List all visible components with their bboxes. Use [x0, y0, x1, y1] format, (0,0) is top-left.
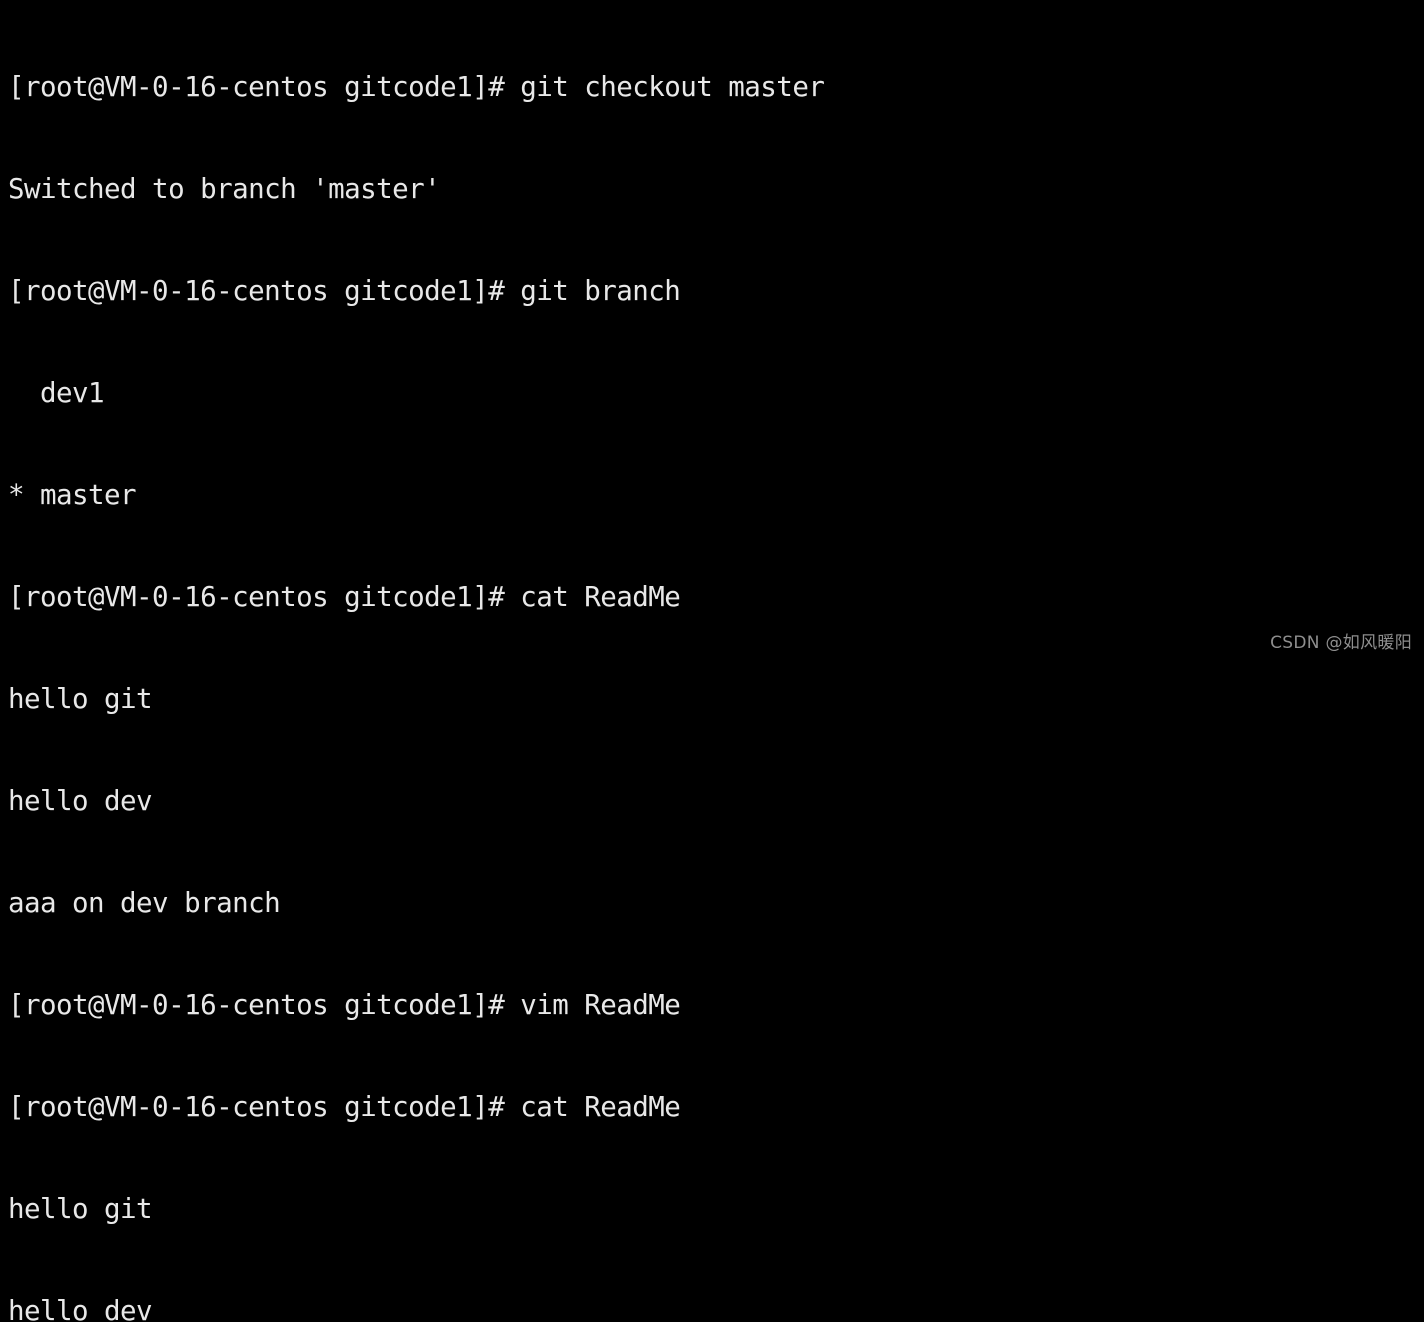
terminal-line: hello dev: [8, 1295, 153, 1322]
terminal-line: [root@VM-0-16-centos gitcode1]# cat Read…: [8, 1091, 681, 1123]
terminal-line: [root@VM-0-16-centos gitcode1]# git chec…: [8, 71, 825, 103]
terminal-screen[interactable]: [root@VM-0-16-centos gitcode1]# git chec…: [8, 2, 1424, 1322]
terminal-line: hello git: [8, 683, 153, 715]
watermark: CSDN @如风暖阳: [1270, 633, 1412, 653]
terminal-line: hello dev: [8, 785, 153, 817]
terminal-line: aaa on dev branch: [8, 887, 281, 919]
terminal-line: hello git: [8, 1193, 153, 1225]
terminal-line: dev1: [8, 377, 105, 409]
terminal-line: [root@VM-0-16-centos gitcode1]# cat Read…: [8, 581, 681, 613]
terminal-line: [root@VM-0-16-centos gitcode1]# vim Read…: [8, 989, 681, 1021]
terminal-window[interactable]: [root@VM-0-16-centos gitcode1]# git chec…: [0, 0, 1424, 1322]
terminal-line: Switched to branch 'master': [8, 173, 441, 205]
terminal-line: [root@VM-0-16-centos gitcode1]# git bran…: [8, 275, 681, 307]
terminal-line: * master: [8, 479, 137, 511]
